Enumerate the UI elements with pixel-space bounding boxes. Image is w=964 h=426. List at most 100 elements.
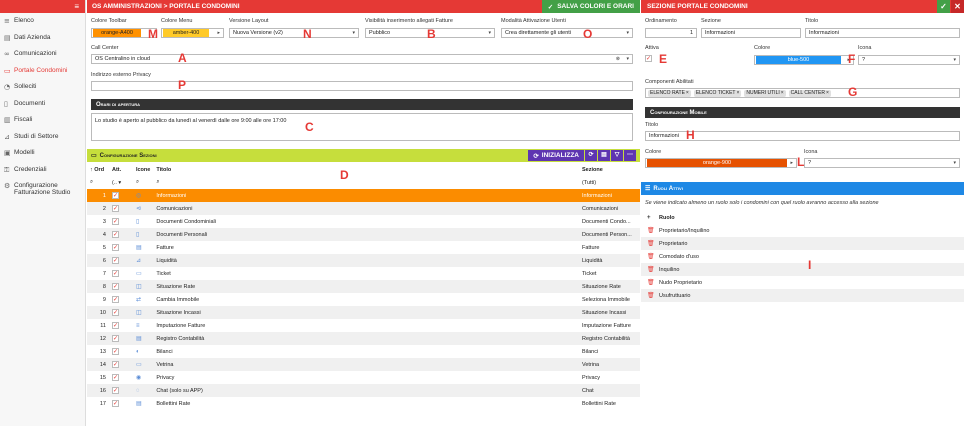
table-row[interactable]: 7 ✓ ▭ Ticket Ticket — [87, 267, 640, 280]
row-active-checkbox[interactable]: ✓ — [108, 332, 133, 345]
col-att[interactable]: Att. — [109, 163, 133, 176]
col-icon[interactable]: Icone — [133, 163, 153, 176]
role-row[interactable]: 🗑 Usufruttuario — [641, 289, 964, 302]
checkbox-check-icon[interactable]: ✓ — [111, 374, 119, 381]
checkbox-check-icon[interactable]: ✓ — [111, 205, 119, 212]
sidebar-item[interactable]: ▥ Fiscali — [0, 112, 85, 129]
mobile-icona-select[interactable]: ? ▾ — [804, 158, 960, 168]
colore-field[interactable]: blue-500 ▸ — [754, 55, 854, 65]
table-row[interactable]: 11 ✓ ≡ Imputazione Fatture Imputazione Fattu… — [87, 319, 640, 332]
row-active-checkbox[interactable]: ✓ — [108, 306, 133, 319]
row-active-checkbox[interactable]: ✓ — [108, 358, 133, 371]
filter-section-select[interactable]: (Tutti) — [579, 176, 640, 189]
sidebar-item[interactable]: ▣ Modelli — [0, 145, 85, 162]
sidebar-item[interactable]: ⊿ Studi di Settore — [0, 129, 85, 146]
row-active-checkbox[interactable]: ✓ — [109, 215, 133, 228]
filter-att[interactable]: (.. ▾ — [109, 176, 133, 189]
trash-icon[interactable]: 🗑 — [647, 253, 659, 260]
role-row[interactable]: 🗑 Comodato d'uso — [641, 250, 964, 263]
table-row[interactable]: 9 ✓ ⇄ Cambia Immobile Seleziona Immobile — [87, 293, 640, 306]
table-row[interactable]: 13 ✓ ◐ Bilanci Bilanci — [87, 345, 640, 358]
table-row[interactable]: 16 ✓ ◌ Chat (solo su APP) Chat — [87, 384, 640, 397]
call-center-select[interactable]: OS Centralino in cloud ⊗ ▾ — [91, 54, 633, 64]
row-active-checkbox[interactable]: ✓ — [108, 254, 133, 267]
hamburger-icon[interactable]: ≡ — [74, 3, 79, 11]
checkbox-check-icon[interactable]: ✓ — [111, 387, 119, 394]
table-row[interactable]: 12 ✓ ▤ Registro Contabilità Registro Contabi… — [87, 332, 640, 345]
icona-select[interactable]: ? ▾ — [858, 55, 960, 65]
sidebar-item[interactable]: ∞ Comunicazioni — [0, 46, 85, 63]
delete-icon[interactable]: ✕ — [951, 0, 964, 13]
checkbox-check-icon[interactable]: ✓ — [111, 400, 119, 407]
sidebar-item[interactable]: ▤ Dati Azienda — [0, 30, 85, 47]
sidebar-item[interactable]: ▭ Portale Condomini — [0, 63, 85, 80]
trash-icon[interactable]: 🗑 — [647, 266, 659, 273]
table-row[interactable]: 10 ✓ ◫ Situazione Incassi Situazione Incassi — [87, 306, 640, 319]
trash-icon[interactable]: 🗑 — [647, 279, 659, 286]
checkbox-check-icon[interactable]: ✓ — [111, 257, 119, 264]
titolo-input[interactable]: Informazioni — [805, 28, 960, 38]
row-active-checkbox[interactable]: ✓ — [109, 241, 133, 254]
component-chip[interactable]: ELENCO RATE × — [648, 89, 691, 97]
sidebar-item[interactable]: ▯ Documenti — [0, 96, 85, 113]
checkbox-check-icon[interactable]: ✓ — [111, 322, 119, 329]
sezione-input[interactable]: Informazioni — [701, 28, 801, 38]
role-row[interactable]: 🗑 Nudo Proprietario — [641, 276, 964, 289]
sidebar-item[interactable]: ⚙ Configurazione Fatturazione Studio — [0, 178, 85, 204]
export-icon[interactable]: ▤ — [598, 150, 610, 161]
sidebar-item[interactable]: ⚿ Credenziali — [0, 162, 85, 179]
role-row[interactable]: 🗑 Inquilino — [641, 263, 964, 276]
table-row[interactable]: 17 ✓ ▤ Bollettini Rate Bollettini Rate — [87, 397, 640, 410]
col-section[interactable]: Sezione — [579, 163, 640, 176]
row-active-checkbox[interactable]: ✓ — [109, 267, 133, 280]
checkbox-check-icon[interactable]: ✓ — [111, 270, 119, 277]
col-ord[interactable]: ↑ Ord — [87, 163, 109, 176]
row-active-checkbox[interactable]: ✓ — [109, 293, 133, 306]
table-row[interactable]: 5 ✓ ▤ Fatture Fatture — [87, 241, 640, 254]
role-row[interactable]: 🗑 Proprietario/Inquilino — [641, 224, 964, 237]
checkbox-check-icon[interactable]: ✓ — [111, 218, 119, 225]
filter-title-search-icon[interactable]: ⌕ — [153, 176, 579, 189]
menu-color-caret-icon[interactable]: ▸ — [217, 30, 220, 36]
mobile-colore-field[interactable]: orange-900 ▸ — [645, 158, 797, 168]
role-row[interactable]: 🗑 Proprietario — [641, 237, 964, 250]
row-active-checkbox[interactable]: ✓ — [108, 280, 133, 293]
checkbox-check-icon[interactable]: ✓ — [111, 361, 119, 368]
attiva-checkbox[interactable]: ✓ — [645, 55, 652, 62]
row-active-checkbox[interactable]: ✓ — [109, 319, 133, 332]
checkbox-check-icon[interactable]: ✓ — [111, 244, 119, 251]
checkbox-check-icon[interactable]: ✓ — [111, 309, 119, 316]
trash-icon[interactable]: 🗑 — [647, 227, 659, 234]
remove-chip-icon[interactable]: × — [686, 90, 689, 96]
remove-chip-icon[interactable]: × — [736, 90, 739, 96]
table-row[interactable]: 1 ✓ ◎ Informazioni Informazioni — [87, 189, 640, 202]
table-row[interactable]: 3 ✓ ▯ Documenti Condominiali Documenti Condo… — [87, 215, 640, 228]
sidebar-item[interactable]: ◔ Solleciti — [0, 79, 85, 96]
component-chip[interactable]: NUMERI UTILI × — [744, 89, 786, 97]
checkbox-check-icon[interactable]: ✓ — [111, 348, 119, 355]
save-colors-button[interactable]: ✓ SALVA COLORI E ORARI — [541, 0, 640, 13]
componenti-multiselect[interactable]: ELENCO RATE × ELENCO TICKET × NUMERI UTILI × C… — [645, 88, 960, 98]
trash-icon[interactable]: 🗑 — [647, 240, 659, 247]
table-row[interactable]: 8 ✓ ◫ Situazione Rate Situazione Rate — [87, 280, 640, 293]
table-row[interactable]: 4 ✓ ▯ Documenti Personali Documenti Person..… — [87, 228, 640, 241]
more-icon[interactable]: ⋯ — [624, 150, 636, 161]
filter-icon-search-icon[interactable]: ⌕ — [133, 176, 153, 189]
mobile-colore-caret-icon[interactable]: ▸ — [790, 160, 793, 166]
col-title[interactable]: Titolo — [153, 163, 579, 176]
checkbox-check-icon[interactable]: ✓ — [111, 296, 119, 303]
ordinamento-input[interactable]: 1 — [645, 28, 697, 38]
checkbox-check-icon[interactable]: ✓ — [111, 192, 119, 199]
privacy-address-input[interactable] — [91, 81, 633, 91]
filter-icon[interactable]: ▽ — [611, 150, 623, 161]
row-active-checkbox[interactable]: ✓ — [109, 397, 133, 410]
sidebar-item[interactable]: ≡ Elenco — [0, 13, 85, 30]
add-icon[interactable]: + — [647, 215, 659, 221]
row-active-checkbox[interactable]: ✓ — [108, 228, 133, 241]
table-row[interactable]: 14 ✓ ▭ Vetrina Vetrina — [87, 358, 640, 371]
component-chip[interactable]: CALL CENTER × — [788, 89, 831, 97]
row-active-checkbox[interactable]: ✓ — [109, 371, 133, 384]
row-active-checkbox[interactable]: ✓ — [108, 189, 133, 202]
layout-version-select[interactable]: Nuova Versione (v2) ▾ — [229, 28, 359, 38]
initialize-button[interactable]: ⟳ INIZIALIZZA — [528, 150, 584, 161]
